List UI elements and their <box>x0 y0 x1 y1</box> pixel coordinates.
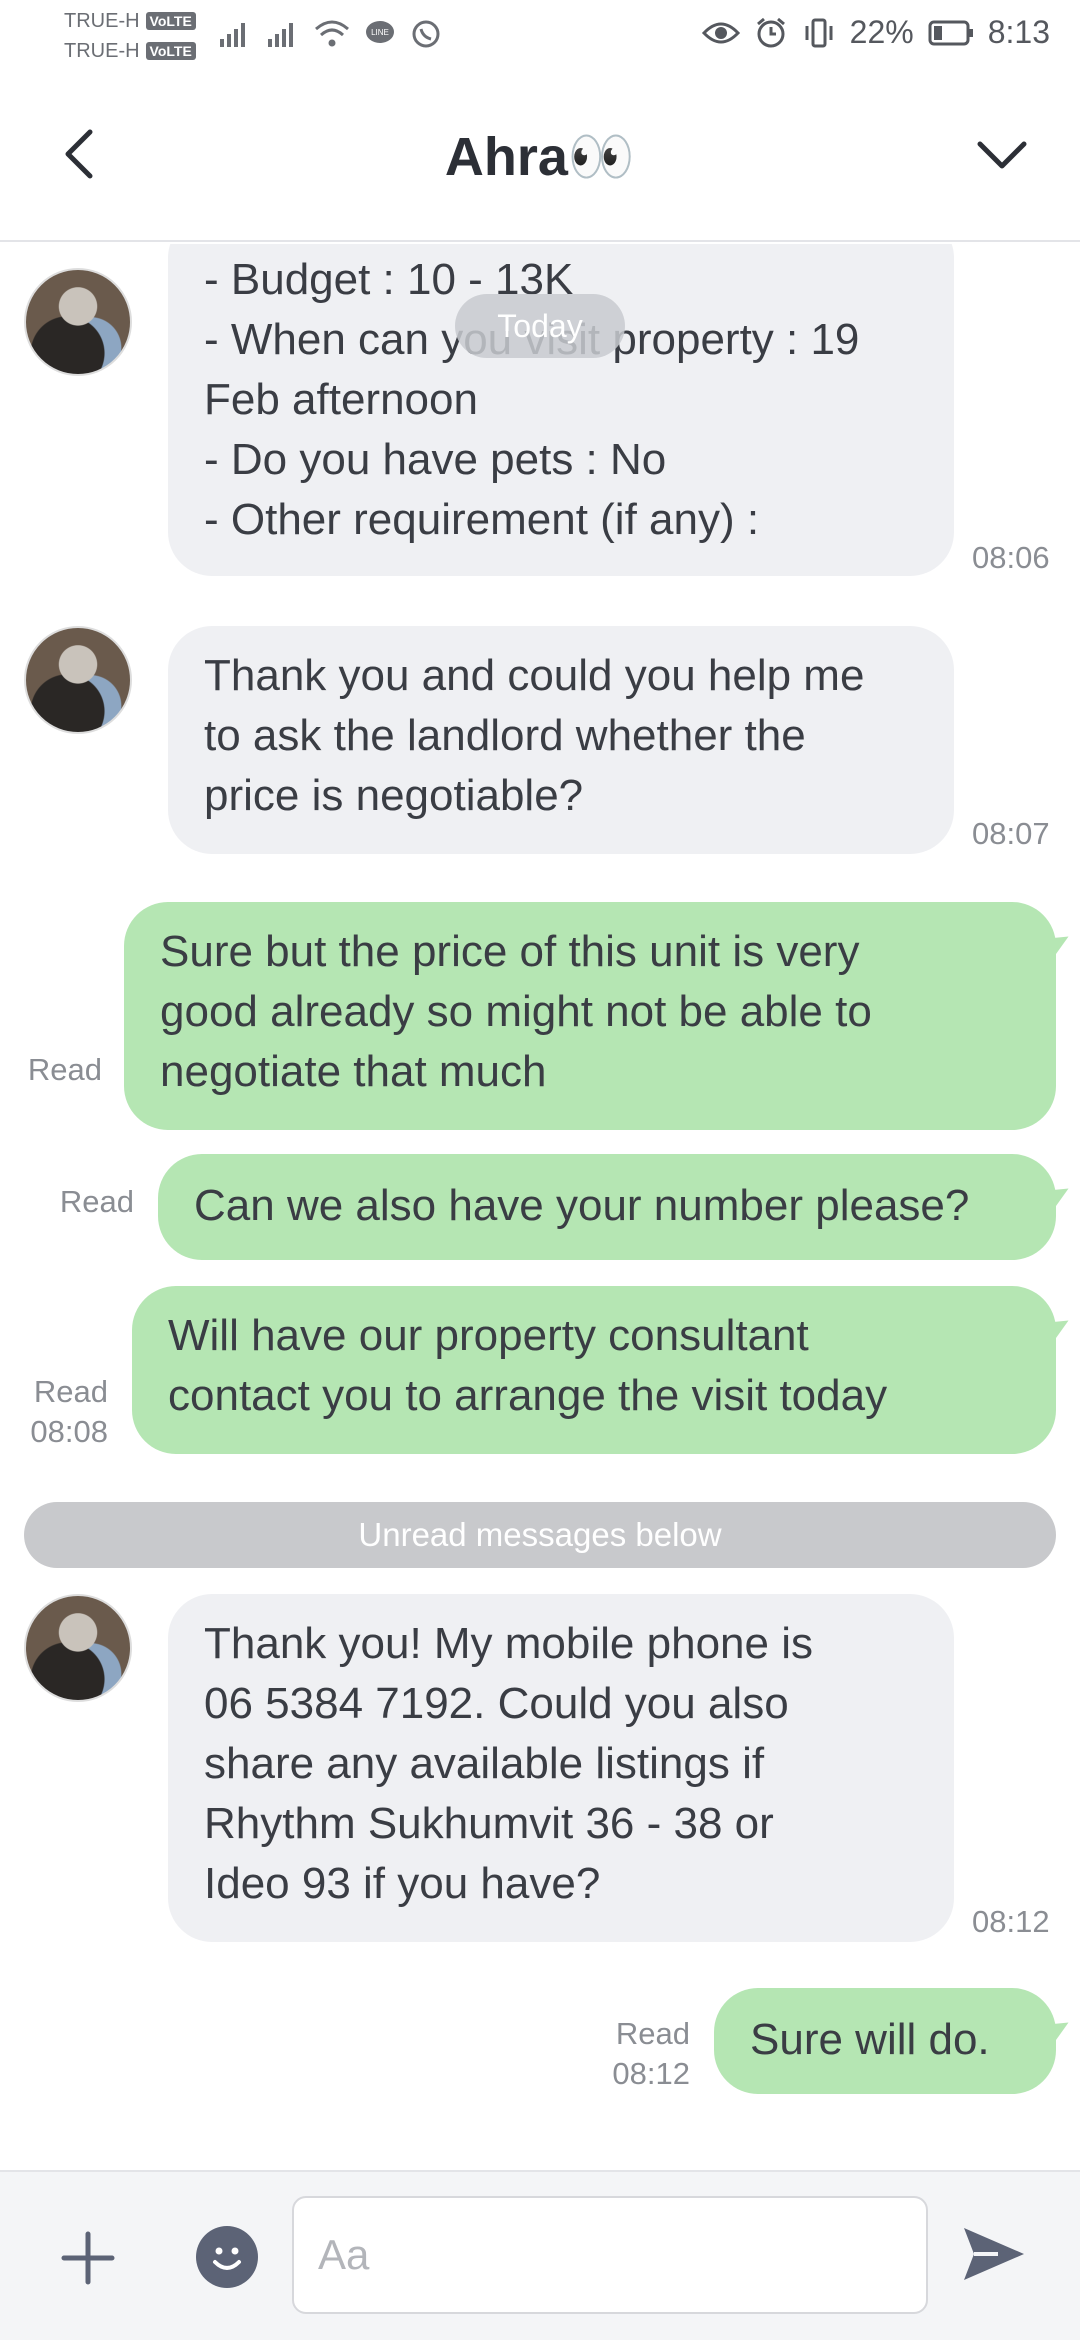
outgoing-message-bubble[interactable]: Can we also have your number please? <box>158 1154 1056 1260</box>
message-line: good already so might not be able to <box>160 987 872 1036</box>
battery-percent: 22% <box>849 14 914 50</box>
message-line: Thank you! My mobile phone is <box>204 1619 813 1668</box>
add-attachment-button[interactable] <box>58 2228 118 2288</box>
chat-title: Ahra👀 <box>444 127 636 187</box>
composer-bar <box>0 2170 1080 2340</box>
wifi-icon <box>315 20 349 47</box>
battery-icon <box>928 20 973 45</box>
volte-badge: VoLTE <box>145 12 196 30</box>
message-line: Sure will do. <box>750 2015 990 2064</box>
carrier-1-label: TRUE-H <box>64 10 140 32</box>
contact-avatar[interactable] <box>24 626 132 734</box>
message-line: share any available listings if <box>204 1739 765 1788</box>
message-line: contact you to arrange the visit today <box>168 1371 888 1420</box>
incoming-message-bubble[interactable]: Thank you and could you help me to ask t… <box>168 626 954 854</box>
message-line: price is negotiable? <box>204 771 584 820</box>
message-line: - Do you have pets : No <box>204 435 667 484</box>
message-line: Thank you and could you help me <box>204 651 865 700</box>
eye-icon <box>701 22 740 43</box>
message-line: Sure but the price of this unit is very <box>160 927 860 976</box>
incoming-message-bubble[interactable]: Thank you! My mobile phone is 06 5384 71… <box>168 1594 954 1942</box>
status-icons-left: LINE <box>218 18 442 50</box>
clock: 8:13 <box>987 14 1050 50</box>
message-line: Will have our property consultant <box>168 1311 809 1360</box>
line-app-icon: LINE <box>366 21 394 43</box>
message-line: 06 5384 7192. Could you also <box>204 1679 789 1728</box>
message-time: 08:06 <box>972 540 1050 575</box>
volte-badge-2: VoLTE <box>145 42 196 60</box>
send-button[interactable] <box>958 2218 1030 2290</box>
message-line: - Other requirement (if any) : <box>204 495 760 544</box>
emoji-button[interactable] <box>196 2226 258 2288</box>
send-icon <box>964 2228 1024 2280</box>
outgoing-message-bubble[interactable]: Will have our property consultant contac… <box>132 1286 1056 1454</box>
plus-icon <box>61 2231 115 2285</box>
unread-divider: Unread messages below <box>24 1502 1056 1568</box>
chevron-down-icon <box>977 141 1027 169</box>
signal-icon-2 <box>268 23 293 47</box>
date-divider: Today <box>455 294 625 358</box>
message-time: 08:12 <box>972 1904 1050 1939</box>
message-time: 08:08 <box>30 1414 108 1449</box>
vibrate-icon <box>805 18 833 47</box>
message-line: Ideo 93 if you have? <box>204 1859 601 1908</box>
contact-avatar[interactable] <box>24 268 132 376</box>
alarm-icon <box>756 17 785 47</box>
message-list[interactable]: - Budget : 10 - 13K - When can you visit… <box>0 244 1080 2170</box>
message-line: Feb afternoon <box>204 375 478 424</box>
outgoing-message-bubble[interactable]: Sure will do. <box>714 1988 1056 2094</box>
read-receipt: Read <box>27 1052 102 1087</box>
svg-text:LINE: LINE <box>371 28 389 37</box>
chat-header: Ahra👀 <box>0 76 1080 242</box>
whatsapp-icon <box>412 20 440 48</box>
contact-avatar[interactable] <box>24 1594 132 1702</box>
smiley-icon <box>213 2247 241 2270</box>
message-line: negotiate that much <box>160 1047 547 1096</box>
message-line: Can we also have your number please? <box>194 1181 970 1230</box>
read-receipt: Read <box>59 1184 134 1219</box>
status-icons-right: 22% 8:13 <box>701 14 1050 51</box>
chat-menu-button[interactable] <box>972 124 1032 184</box>
read-receipt: Read <box>615 2016 690 2051</box>
carrier-info: TRUE-H VoLTE TRUE-H VoLTE <box>64 6 196 66</box>
status-bar: TRUE-H VoLTE TRUE-H VoLTE LINE 22% 8:13 <box>0 0 1080 76</box>
message-time: 08:07 <box>972 816 1050 851</box>
message-time: 08:12 <box>612 2056 690 2091</box>
carrier-2-label: TRUE-H <box>64 40 140 62</box>
message-line: Rhythm Sukhumvit 36 - 38 or <box>204 1799 774 1848</box>
message-input[interactable] <box>292 2196 928 2314</box>
outgoing-message-bubble[interactable]: Sure but the price of this unit is very … <box>124 902 1056 1130</box>
read-receipt: Read <box>33 1374 108 1409</box>
message-line: to ask the landlord whether the <box>204 711 806 760</box>
signal-icon <box>220 23 245 47</box>
